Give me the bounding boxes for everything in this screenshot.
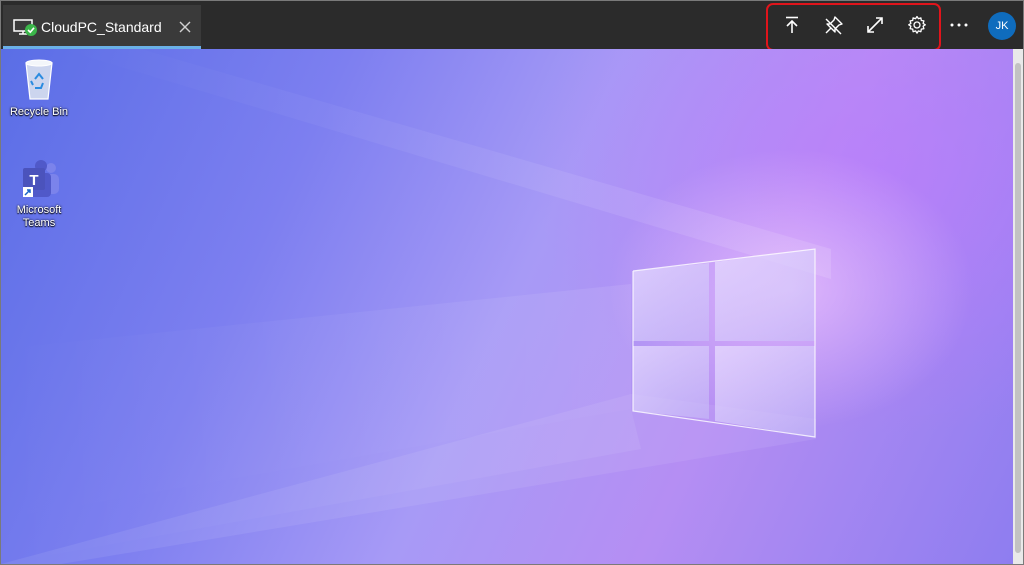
expand-diagonal-icon[interactable] xyxy=(863,13,887,37)
gear-icon[interactable] xyxy=(905,13,929,37)
tab-cloudpc[interactable]: CloudPC_Standard xyxy=(3,5,201,49)
wallpaper-light-beams xyxy=(1,49,831,564)
recycle-bin-icon xyxy=(25,59,53,100)
desktop-icon-teams[interactable]: T Microsoft Teams xyxy=(3,159,75,230)
desktop-icon-label: Recycle Bin xyxy=(9,106,69,118)
desktop-icon-label: Microsoft Teams xyxy=(16,204,62,229)
scrollbar-thumb[interactable] xyxy=(1015,63,1021,553)
remote-desktop-window: CloudPC_Standard JK Recycle Bin T Micros… xyxy=(0,0,1024,565)
more-horizontal-icon[interactable] xyxy=(947,13,971,37)
upload-arrow-icon[interactable] xyxy=(780,13,804,37)
vertical-scrollbar[interactable] xyxy=(1013,49,1023,564)
unpin-icon[interactable] xyxy=(822,13,846,37)
teams-icon: T xyxy=(23,160,59,197)
cloud-pc-connected-icon xyxy=(13,19,39,37)
remote-desktop-view[interactable]: Recycle Bin T Microsoft Teams xyxy=(1,49,1013,564)
title-bar: CloudPC_Standard JK xyxy=(1,1,1023,51)
tab-label: CloudPC_Standard xyxy=(41,19,162,35)
svg-text:T: T xyxy=(29,172,38,189)
close-icon[interactable] xyxy=(177,19,193,35)
desktop-icon-recycle-bin[interactable]: Recycle Bin xyxy=(3,57,75,119)
avatar[interactable]: JK xyxy=(988,12,1016,40)
avatar-initials: JK xyxy=(995,20,1009,32)
